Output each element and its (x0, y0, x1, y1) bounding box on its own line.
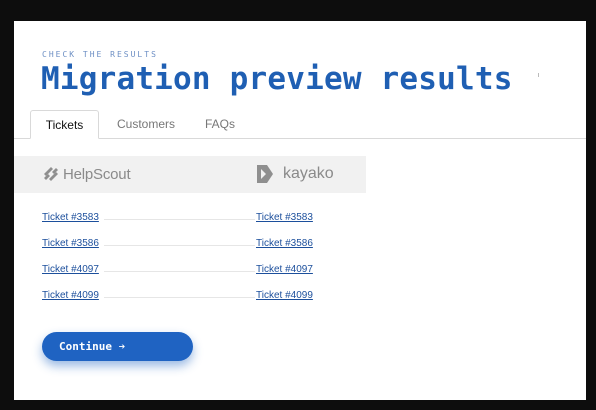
target-ticket-link[interactable]: Ticket #3583 (256, 212, 313, 223)
ticket-row: Ticket #3583 Ticket #3583 (42, 212, 317, 226)
ticket-row: Ticket #3586 Ticket #3586 (42, 238, 317, 252)
ticket-row: Ticket #4097 Ticket #4097 (42, 264, 317, 278)
kayako-wordmark: kayako (283, 165, 334, 182)
helpscout-mark-icon (44, 167, 58, 181)
source-ticket-link[interactable]: Ticket #4097 (42, 264, 99, 275)
tab-faqs[interactable]: FAQs (194, 110, 246, 138)
helpscout-logo: HelpScout (42, 165, 131, 183)
eyebrow-label: CHECK THE RESULTS (42, 50, 158, 59)
platform-logos-band: HelpScout kayako (14, 156, 366, 193)
source-ticket-link[interactable]: Ticket #4099 (42, 290, 99, 301)
page-title: Migration preview results (41, 61, 513, 97)
continue-button[interactable]: Continue ➔ (42, 332, 193, 361)
target-ticket-link[interactable]: Ticket #3586 (256, 238, 313, 249)
kayako-logo: kayako (256, 164, 334, 184)
kayako-mark-icon (257, 165, 273, 183)
migration-card: CHECK THE RESULTS Migration preview resu… (14, 21, 586, 400)
row-connector (104, 245, 255, 246)
tab-bar: Tickets Customers FAQs (14, 110, 586, 139)
source-ticket-link[interactable]: Ticket #3586 (42, 238, 99, 249)
row-connector (104, 297, 255, 298)
decorative-mark (538, 73, 539, 77)
target-ticket-link[interactable]: Ticket #4097 (256, 264, 313, 275)
ticket-row: Ticket #4099 Ticket #4099 (42, 290, 317, 304)
row-connector (104, 219, 255, 220)
helpscout-wordmark: HelpScout (63, 165, 131, 183)
target-ticket-link[interactable]: Ticket #4099 (256, 290, 313, 301)
row-connector (104, 271, 255, 272)
tab-tickets[interactable]: Tickets (30, 110, 99, 139)
tab-customers[interactable]: Customers (106, 110, 186, 138)
source-ticket-link[interactable]: Ticket #3583 (42, 212, 99, 223)
